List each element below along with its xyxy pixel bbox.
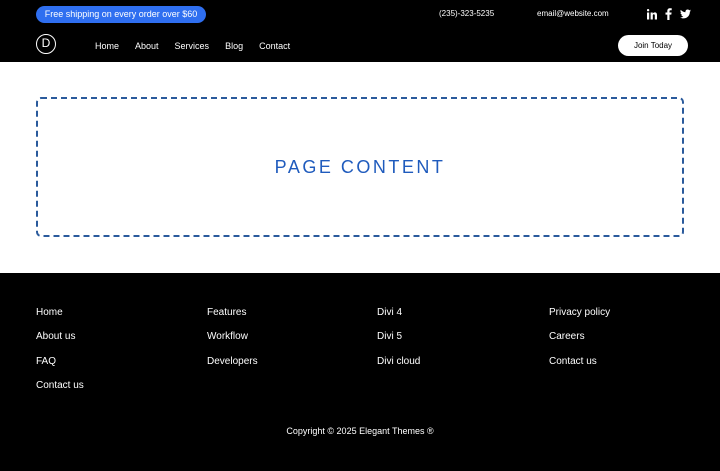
- footer-column-2: Features Workflow Developers: [207, 307, 258, 380]
- page-content-placeholder: PAGE CONTENT: [36, 97, 684, 237]
- footer-link-workflow[interactable]: Workflow: [207, 331, 258, 355]
- nav-item-home[interactable]: Home: [95, 41, 119, 51]
- phone-number[interactable]: (235)-323-5235: [439, 9, 494, 18]
- footer-link-contact-us[interactable]: Contact us: [36, 380, 84, 404]
- footer-link-divi-4[interactable]: Divi 4: [377, 307, 420, 331]
- facebook-icon[interactable]: [665, 8, 672, 20]
- page-content-title: PAGE CONTENT: [274, 156, 446, 177]
- footer-link-divi-5[interactable]: Divi 5: [377, 331, 420, 355]
- site-header: Free shipping on every order over $60 (2…: [0, 0, 720, 62]
- footer-link-features[interactable]: Features: [207, 307, 258, 331]
- nav-item-contact[interactable]: Contact: [259, 41, 290, 51]
- footer-link-about-us[interactable]: About us: [36, 331, 84, 355]
- footer-link-contact-us-2[interactable]: Contact us: [549, 356, 610, 380]
- footer-column-1: Home About us FAQ Contact us: [36, 307, 84, 404]
- site-footer: Home About us FAQ Contact us Features Wo…: [0, 273, 720, 471]
- footer-link-developers[interactable]: Developers: [207, 356, 258, 380]
- site-logo[interactable]: D: [36, 34, 56, 54]
- copyright-text: Copyright © 2025 Elegant Themes ®: [286, 426, 434, 436]
- nav-item-about[interactable]: About: [135, 41, 159, 51]
- twitter-icon[interactable]: [680, 8, 691, 20]
- footer-link-privacy-policy[interactable]: Privacy policy: [549, 307, 610, 331]
- join-today-button[interactable]: Join Today: [618, 35, 688, 56]
- nav-item-blog[interactable]: Blog: [225, 41, 243, 51]
- footer-link-divi-cloud[interactable]: Divi cloud: [377, 356, 420, 380]
- main-nav: Home About Services Blog Contact: [95, 41, 306, 51]
- email-address[interactable]: email@website.com: [537, 9, 609, 18]
- footer-column-3: Divi 4 Divi 5 Divi cloud: [377, 307, 420, 380]
- footer-link-home[interactable]: Home: [36, 307, 84, 331]
- linkedin-icon[interactable]: [647, 8, 657, 20]
- promo-banner[interactable]: Free shipping on every order over $60: [36, 6, 206, 23]
- nav-item-services[interactable]: Services: [175, 41, 210, 51]
- footer-link-careers[interactable]: Careers: [549, 331, 610, 355]
- footer-link-faq[interactable]: FAQ: [36, 356, 84, 380]
- footer-column-4: Privacy policy Careers Contact us: [549, 307, 610, 380]
